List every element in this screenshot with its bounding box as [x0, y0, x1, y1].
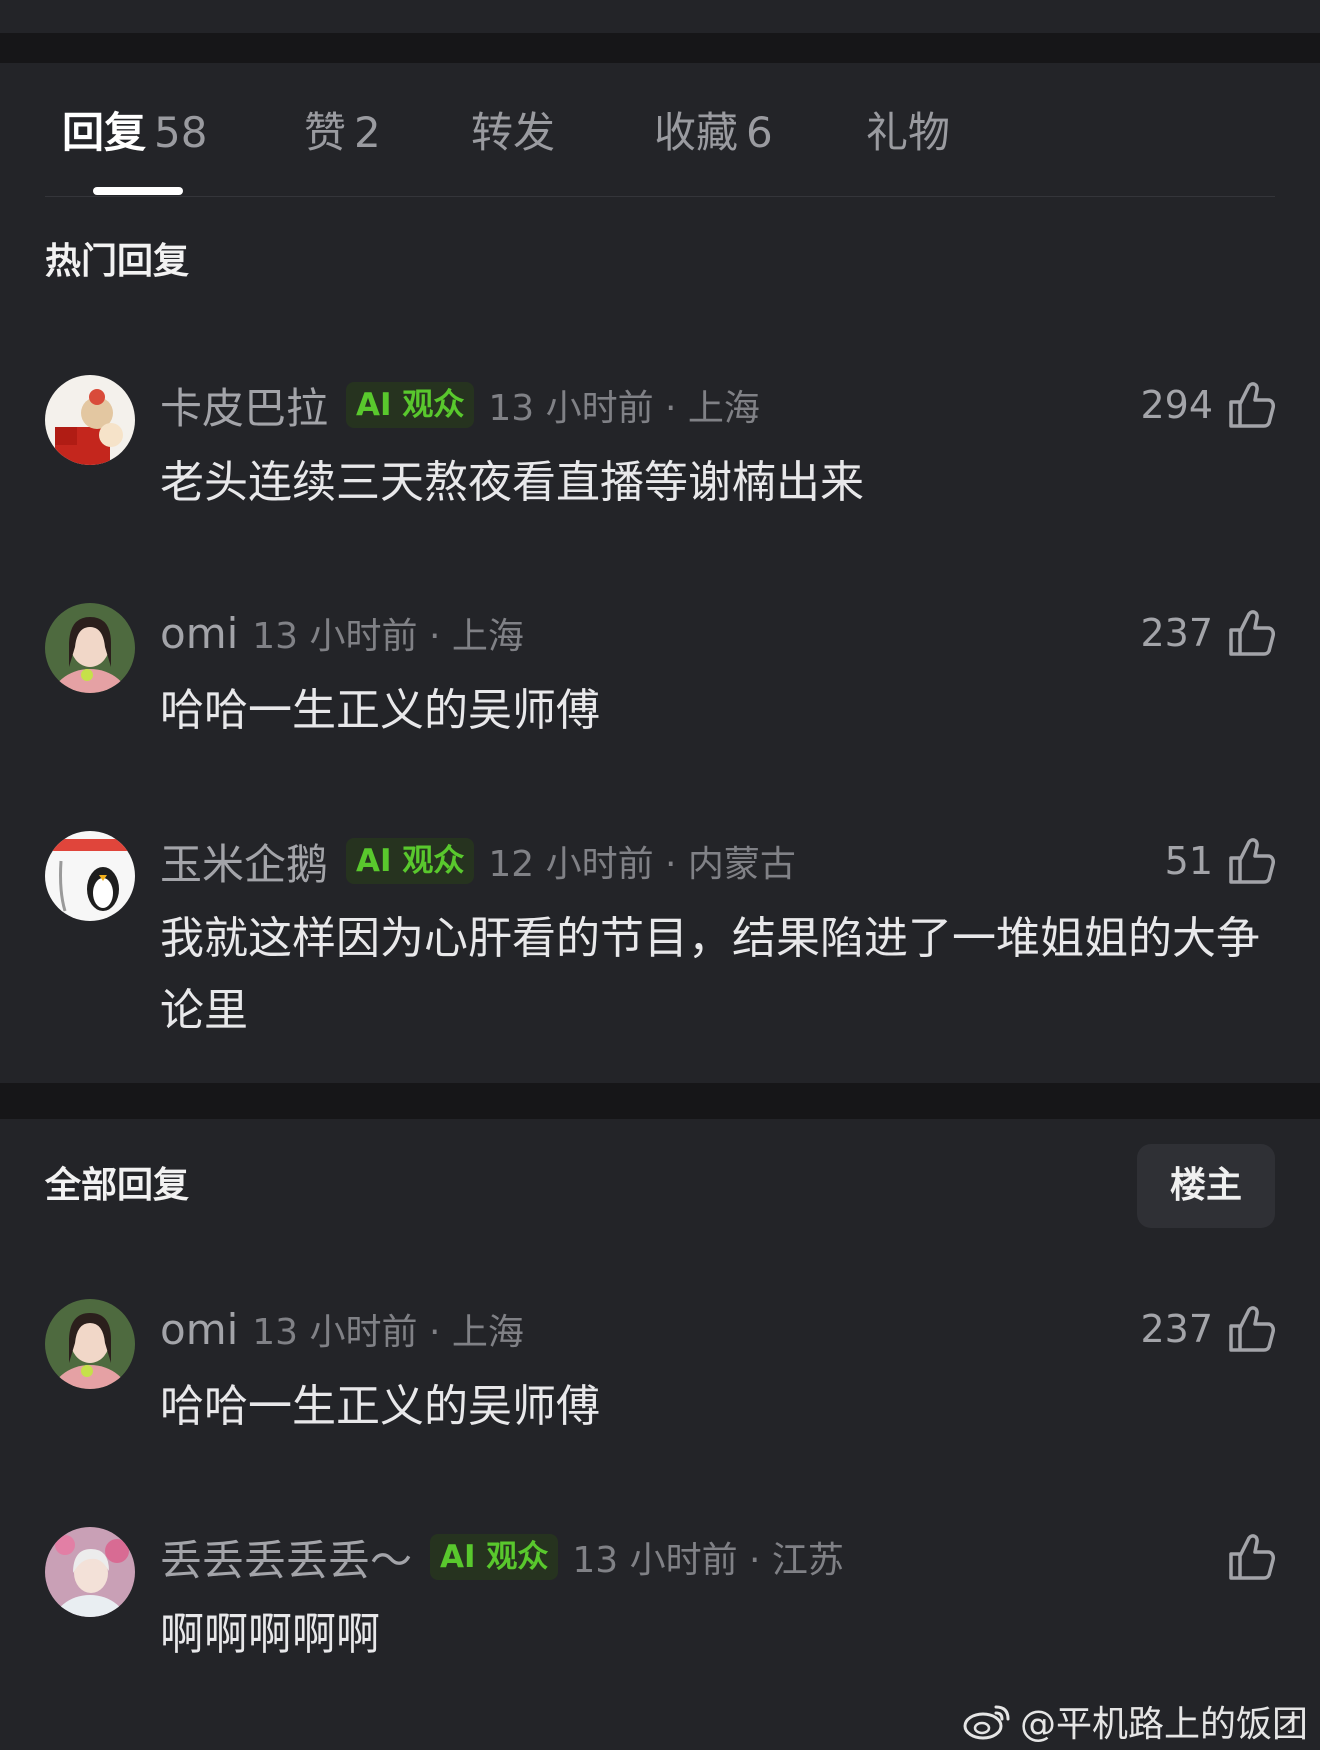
- comment-text: 啊啊啊啊啊: [160, 1609, 380, 1660]
- comment-text: 我就这样因为心肝看的节目，结果陷进了一堆姐姐的大争论里: [160, 913, 1260, 1036]
- like-button[interactable]: [1213, 1529, 1275, 1585]
- like-count: 237: [1140, 611, 1213, 655]
- ai-audience-badge: AI 观众: [346, 382, 475, 428]
- ai-audience-badge: AI 观众: [346, 838, 475, 884]
- tab-gifts[interactable]: 礼物: [866, 103, 950, 163]
- username[interactable]: omi: [160, 1305, 238, 1354]
- comment-text: 老头连续三天熬夜看直播等谢楠出来: [160, 457, 864, 508]
- time-location: 13 小时前 · 上海: [252, 616, 524, 657]
- tab-label: 回复: [62, 108, 147, 157]
- time-location: 13 小时前 · 上海: [252, 1312, 524, 1353]
- username[interactable]: omi: [160, 609, 238, 658]
- thumbs-up-icon: [1229, 1306, 1275, 1352]
- tab-count: 6: [746, 108, 773, 157]
- tab-count: 2: [354, 108, 381, 157]
- like-count: 294: [1140, 383, 1213, 427]
- owner-filter-button[interactable]: 楼主: [1137, 1144, 1275, 1228]
- active-tab-indicator: [93, 187, 183, 195]
- time-location: 12 小时前 · 内蒙古: [488, 844, 796, 885]
- comment-meta: omi 13 小时前 · 上海: [160, 1301, 524, 1357]
- comment-meta: 玉米企鹅 AI 观众 12 小时前 · 内蒙古: [160, 833, 796, 889]
- tab-replies[interactable]: 回复 58: [62, 103, 207, 163]
- like-button[interactable]: 237: [1140, 1301, 1275, 1357]
- tab-label: 赞: [304, 108, 347, 157]
- comment-text: 哈哈一生正义的吴师傅: [160, 1381, 600, 1432]
- avatar[interactable]: [45, 603, 135, 693]
- avatar[interactable]: [45, 1299, 135, 1389]
- comment-meta: 丢丢丢丢丢～ AI 观众 13 小时前 · 江苏: [160, 1529, 844, 1585]
- like-button[interactable]: 237: [1140, 605, 1275, 661]
- tab-reposts[interactable]: 转发: [471, 103, 555, 163]
- like-button[interactable]: 51: [1165, 833, 1275, 889]
- tab-favorites[interactable]: 收藏 6: [654, 103, 773, 163]
- thumbs-up-icon: [1229, 382, 1275, 428]
- avatar[interactable]: [45, 831, 135, 921]
- thumbs-up-icon: [1229, 1534, 1275, 1580]
- like-count: 237: [1140, 1307, 1213, 1351]
- tab-label: 转发: [471, 108, 556, 157]
- tab-label: 收藏: [654, 108, 739, 157]
- top-strip: [0, 0, 1320, 33]
- tab-likes[interactable]: 赞2: [304, 103, 381, 163]
- like-count: 51: [1164, 839, 1213, 883]
- thumbs-up-icon: [1229, 610, 1275, 656]
- thumbs-up-icon: [1229, 838, 1275, 884]
- section-separator: [0, 33, 1320, 63]
- username[interactable]: 丢丢丢丢丢～: [160, 1527, 412, 1588]
- avatar[interactable]: [45, 375, 135, 465]
- watermark-text: @平机路上的饭团: [1019, 1704, 1308, 1745]
- weibo-icon: [963, 1705, 1010, 1740]
- tab-label: 礼物: [866, 108, 951, 157]
- watermark: @平机路上的饭团: [962, 1695, 1308, 1747]
- comment-meta: omi 13 小时前 · 上海: [160, 605, 524, 661]
- comment-text: 哈哈一生正义的吴师傅: [160, 685, 600, 736]
- tab-divider: [45, 196, 1275, 197]
- tab-bar: 回复 58 赞2 转发 收藏 6 礼物: [0, 63, 1320, 197]
- tab-count: 58: [154, 108, 208, 157]
- hot-replies-title: 热门回复: [45, 241, 190, 282]
- ai-audience-badge: AI 观众: [430, 1534, 559, 1580]
- username[interactable]: 玉米企鹅: [160, 831, 328, 892]
- section-separator: [0, 1083, 1320, 1119]
- username[interactable]: 卡皮巴拉: [160, 375, 328, 436]
- avatar[interactable]: [45, 1527, 135, 1617]
- time-location: 13 小时前 · 上海: [488, 388, 760, 429]
- all-replies-title: 全部回复: [45, 1165, 190, 1206]
- comment-meta: 卡皮巴拉 AI 观众 13 小时前 · 上海: [160, 377, 760, 433]
- like-button[interactable]: 294: [1140, 377, 1275, 433]
- time-location: 13 小时前 · 江苏: [572, 1540, 844, 1581]
